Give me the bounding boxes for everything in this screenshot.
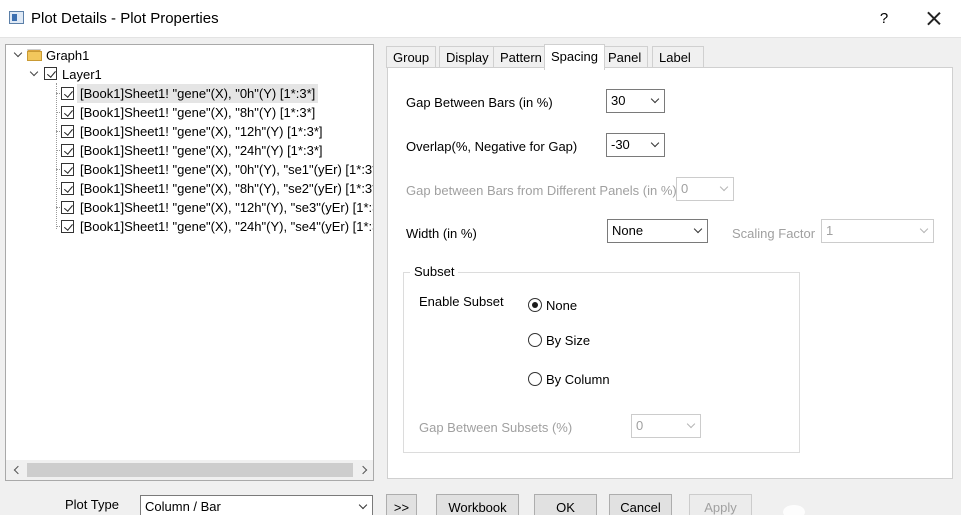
plot-checkbox[interactable]: [61, 220, 74, 233]
tree-item-graph[interactable]: Graph1: [46, 46, 89, 65]
plot-type-select[interactable]: Column / Bar: [140, 495, 373, 515]
gap-panels-select[interactable]: 0: [676, 177, 734, 201]
tree-item-plot[interactable]: [Book1]Sheet1! "gene"(X), "24h"(Y) [1*:3…: [80, 141, 323, 160]
radio-none-label[interactable]: None: [546, 298, 577, 313]
radio-by-size[interactable]: [528, 333, 542, 347]
title-bar: Plot Details - Plot Properties ?: [0, 0, 961, 38]
cancel-button[interactable]: Cancel: [609, 494, 672, 515]
tree-item-plot[interactable]: [Book1]Sheet1! "gene"(X), "12h"(Y), "se3…: [80, 198, 373, 217]
overlap-value: -30: [611, 137, 630, 152]
tree-item-plot[interactable]: [Book1]Sheet1! "gene"(X), "0h"(Y), "se1"…: [80, 160, 373, 179]
expand-button[interactable]: >>: [386, 494, 417, 515]
tree-item-layer[interactable]: Layer1: [62, 65, 102, 84]
width-label: Width (in %): [406, 226, 477, 241]
gap-between-bars-label: Gap Between Bars (in %): [406, 95, 553, 110]
horizontal-scrollbar[interactable]: [6, 460, 373, 480]
radio-by-size-label[interactable]: By Size: [546, 333, 590, 348]
workbook-button[interactable]: Workbook: [436, 494, 519, 515]
dialog-icon: [9, 11, 24, 24]
overlap-label: Overlap(%, Negative for Gap): [406, 139, 578, 154]
tab-spacing[interactable]: Spacing: [544, 44, 605, 70]
gap-subsets-select[interactable]: 0: [631, 414, 701, 438]
plot-checkbox[interactable]: [61, 182, 74, 195]
plot-checkbox[interactable]: [61, 201, 74, 214]
help-button[interactable]: ?: [872, 6, 896, 32]
overlap-select[interactable]: -30: [606, 133, 665, 157]
radio-none[interactable]: [528, 298, 542, 312]
gap-panels-value: 0: [681, 181, 689, 196]
chevron-down-icon: [693, 224, 703, 234]
scroll-left-icon[interactable]: [8, 460, 25, 480]
subset-group-title: Subset: [410, 264, 459, 279]
tab-label[interactable]: Label: [652, 46, 704, 68]
chevron-down-icon: [650, 94, 660, 104]
width-value: None: [612, 223, 644, 238]
plot-checkbox[interactable]: [61, 163, 74, 176]
gap-subsets-label: Gap Between Subsets (%): [419, 420, 573, 435]
plot-type-label: Plot Type: [65, 497, 119, 512]
tree-item-plot[interactable]: [Book1]Sheet1! "gene"(X), "12h"(Y) [1*:3…: [80, 122, 323, 141]
tab-panel[interactable]: Panel: [601, 46, 649, 68]
window-title: Plot Details - Plot Properties: [31, 10, 219, 27]
tab-pattern[interactable]: Pattern: [493, 46, 549, 68]
scroll-thumb[interactable]: [27, 463, 353, 477]
tree-item-plot[interactable]: [Book1]Sheet1! "gene"(X), "8h"(Y), "se2"…: [80, 179, 373, 198]
scroll-right-icon[interactable]: [356, 460, 373, 480]
gap-between-bars-value: 30: [611, 93, 626, 108]
gap-panels-label: Gap between Bars from Different Panels (…: [406, 183, 677, 198]
radio-by-column-label[interactable]: By Column: [546, 372, 610, 387]
plot-type-value: Column / Bar: [145, 499, 221, 514]
gap-subsets-value: 0: [636, 418, 644, 433]
ok-button[interactable]: OK: [534, 494, 597, 515]
tree-item-plot[interactable]: [Book1]Sheet1! "gene"(X), "0h"(Y) [1*:3*…: [77, 84, 319, 103]
expand-layer-icon[interactable]: [30, 70, 40, 80]
layer-checkbox[interactable]: [44, 67, 57, 80]
plot-checkbox[interactable]: [61, 125, 74, 138]
folder-icon: [27, 49, 43, 61]
tab-group[interactable]: Group: [386, 46, 437, 68]
plot-checkbox[interactable]: [61, 87, 74, 100]
enable-subset-label: Enable Subset: [419, 294, 504, 309]
apply-button[interactable]: Apply: [689, 494, 752, 515]
width-select[interactable]: None: [607, 219, 708, 243]
gap-between-bars-select[interactable]: 30: [606, 89, 665, 113]
plot-checkbox[interactable]: [61, 144, 74, 157]
expand-graph-icon[interactable]: [14, 51, 24, 61]
plot-checkbox[interactable]: [61, 106, 74, 119]
scaling-factor-label: Scaling Factor: [732, 226, 816, 241]
chevron-down-icon: [358, 500, 368, 510]
close-icon[interactable]: [920, 6, 948, 32]
radio-by-column[interactable]: [528, 372, 542, 386]
chevron-down-icon: [686, 419, 696, 429]
tab-display[interactable]: Display: [439, 46, 496, 68]
scaling-factor-value: 1: [826, 223, 834, 238]
plot-tree-panel[interactable]: Graph1 Layer1 [Book1]Sheet1! "gene"(X), …: [5, 44, 374, 481]
tree-item-plot[interactable]: [Book1]Sheet1! "gene"(X), "24h"(Y), "se4…: [80, 217, 373, 236]
chevron-down-icon: [650, 138, 660, 148]
chevron-down-icon: [719, 182, 729, 192]
tree-item-plot[interactable]: [Book1]Sheet1! "gene"(X), "8h"(Y) [1*:3*…: [80, 103, 315, 122]
watermark-logo: [783, 505, 805, 515]
chevron-down-icon: [919, 224, 929, 234]
scaling-factor-select[interactable]: 1: [821, 219, 934, 243]
